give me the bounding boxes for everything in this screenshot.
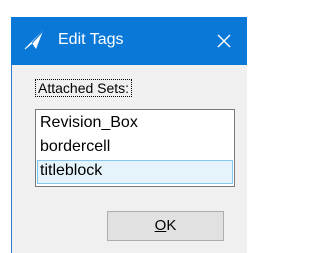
edit-tags-dialog: Edit Tags Attached Sets: Revision_Box bo… [0,0,247,253]
close-button[interactable] [201,17,247,65]
attached-sets-listbox[interactable]: Revision_Box bordercell titleblock [35,109,235,187]
attached-sets-label: Attached Sets: [35,79,133,97]
window-title: Edit Tags [58,31,124,48]
ok-label-rest: K [166,217,177,234]
close-icon [217,34,231,48]
list-item[interactable]: Revision_Box [37,112,233,136]
list-item-selected[interactable]: titleblock [37,160,233,184]
ok-mnemonic: O [154,217,167,234]
title-bar[interactable]: Edit Tags [11,17,247,65]
ok-button[interactable]: OK [107,211,224,241]
app-icon [23,29,45,51]
list-item[interactable]: bordercell [37,136,233,160]
